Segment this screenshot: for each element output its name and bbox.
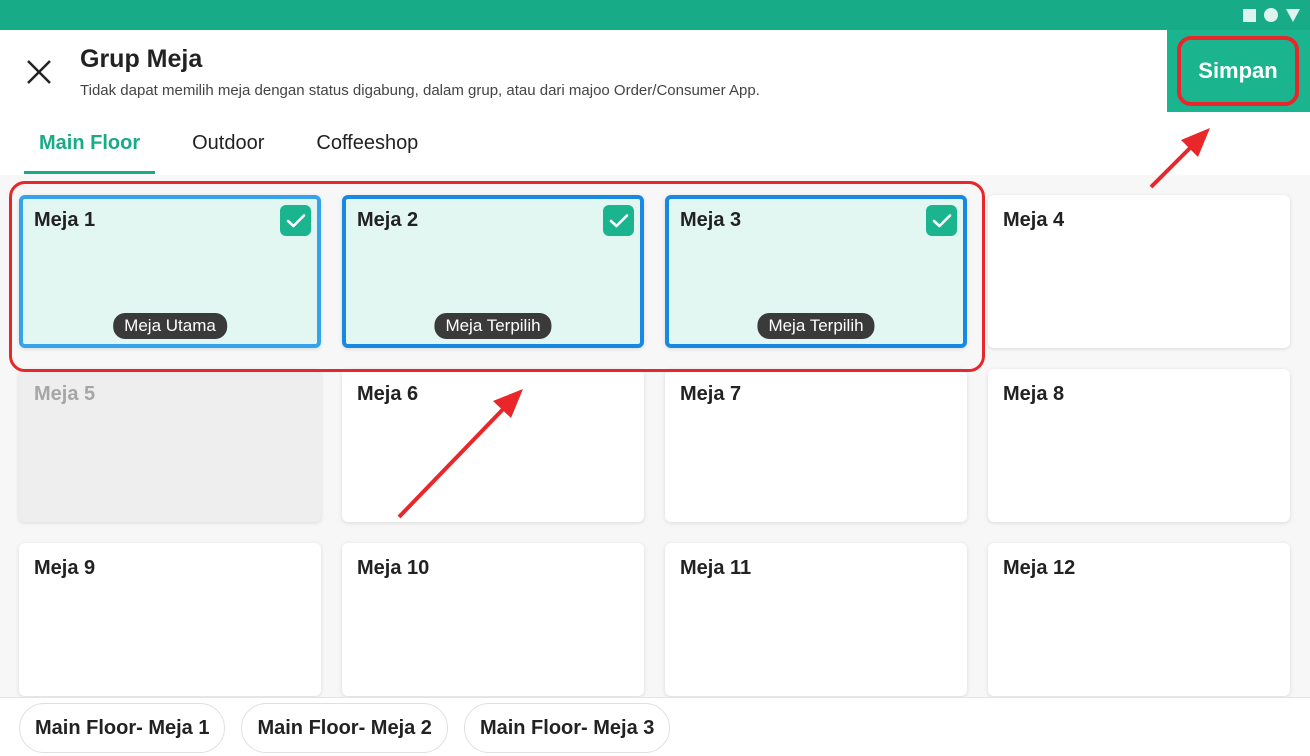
- table-card-meja-9[interactable]: Meja 9: [19, 543, 321, 696]
- checkbox-checked-icon: [926, 205, 957, 236]
- status-badge: Meja Terpilih: [757, 313, 875, 339]
- table-card-meja-4[interactable]: Meja 4: [988, 195, 1290, 348]
- tab-outdoor[interactable]: Outdoor: [177, 122, 279, 174]
- checkbox-checked-icon: [280, 205, 311, 236]
- table-name: Meja 2: [357, 209, 419, 231]
- table-card-meja-11[interactable]: Meja 11: [665, 543, 967, 696]
- selected-table-chip[interactable]: Main Floor- Meja 1: [19, 703, 226, 753]
- floor-tabs: Main Floor Outdoor Coffeeshop: [24, 122, 455, 174]
- table-card-meja-8[interactable]: Meja 8: [988, 369, 1290, 522]
- triangle-icon: [1286, 8, 1300, 22]
- status-badge: Meja Terpilih: [434, 313, 552, 339]
- selected-tables-bar: Main Floor- Meja 1 Main Floor- Meja 2 Ma…: [0, 697, 1310, 756]
- table-card-meja-2[interactable]: Meja 2 Meja Terpilih: [342, 195, 644, 348]
- table-card-meja-1[interactable]: Meja 1 Meja Utama: [19, 195, 321, 348]
- selected-table-chip[interactable]: Main Floor- Meja 3: [463, 703, 671, 753]
- status-bar: [0, 0, 1310, 30]
- status-badge: Meja Utama: [113, 313, 227, 339]
- table-card-meja-7[interactable]: Meja 7: [665, 369, 967, 522]
- table-name: Meja 5: [34, 383, 96, 405]
- table-card-meja-12[interactable]: Meja 12: [988, 543, 1290, 696]
- close-icon: [27, 60, 51, 84]
- table-name: Meja 8: [1003, 383, 1065, 405]
- table-name: Meja 11: [680, 557, 752, 579]
- table-card-meja-6[interactable]: Meja 6: [342, 369, 644, 522]
- table-name: Meja 6: [357, 383, 419, 405]
- table-name: Meja 4: [1003, 209, 1065, 231]
- selected-table-chip[interactable]: Main Floor- Meja 2: [241, 703, 448, 753]
- page-title: Grup Meja: [80, 45, 203, 73]
- tab-main-floor[interactable]: Main Floor: [24, 122, 156, 174]
- table-name: Meja 9: [34, 557, 96, 579]
- table-card-meja-3[interactable]: Meja 3 Meja Terpilih: [665, 195, 967, 348]
- table-name: Meja 10: [357, 557, 430, 579]
- checkbox-checked-icon: [603, 205, 634, 236]
- square-icon: [1243, 8, 1256, 22]
- table-name: Meja 7: [680, 383, 742, 405]
- page-subtitle: Tidak dapat memilih meja dengan status d…: [80, 82, 760, 99]
- table-name: Meja 3: [680, 209, 742, 231]
- tab-coffeeshop[interactable]: Coffeeshop: [301, 122, 433, 174]
- table-name: Meja 12: [1003, 557, 1076, 579]
- table-name: Meja 1: [34, 209, 96, 231]
- save-button[interactable]: Simpan: [1177, 36, 1299, 106]
- circle-icon: [1264, 8, 1278, 22]
- close-button[interactable]: [22, 55, 56, 89]
- table-card-meja-10[interactable]: Meja 10: [342, 543, 644, 696]
- table-card-meja-5: Meja 5: [19, 369, 321, 522]
